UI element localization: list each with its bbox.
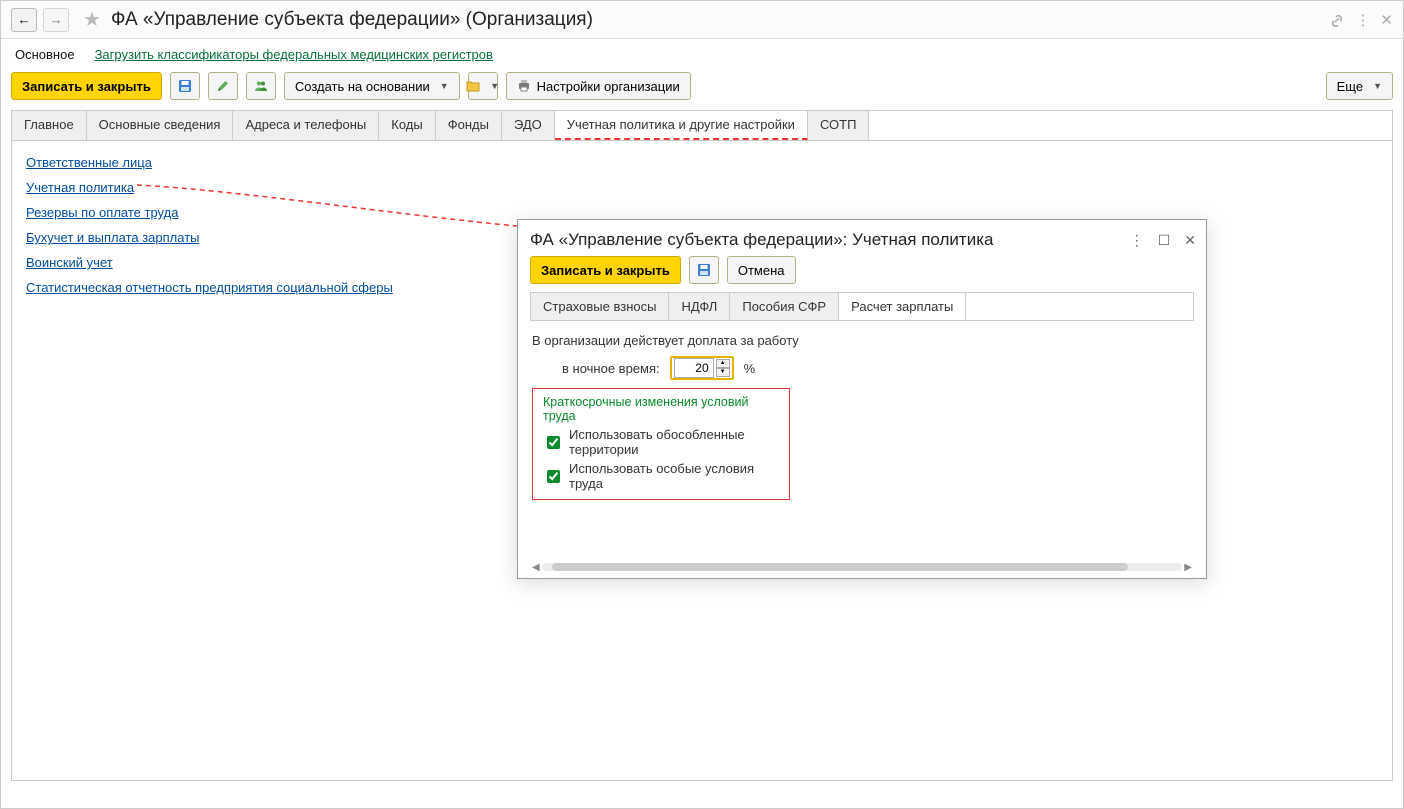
popup-toolbar: Записать и закрыть Отмена	[518, 256, 1206, 292]
pencil-icon	[216, 79, 230, 93]
main-tabs: Главное Основные сведения Адреса и телеф…	[11, 110, 1393, 141]
night-time-input[interactable]	[674, 358, 714, 378]
scroll-track[interactable]	[542, 563, 1183, 571]
content-area: Ответственные лица Учетная политика Резе…	[11, 141, 1393, 781]
popup-tab-insurance[interactable]: Страховые взносы	[531, 293, 669, 320]
popup-tabs: Страховые взносы НДФЛ Пособия СФР Расчет…	[530, 292, 1194, 321]
short-term-changes-group: Краткосрочные изменения условий труда Ис…	[532, 388, 790, 500]
popup-tab-salary-calc[interactable]: Расчет зарплаты	[839, 293, 966, 320]
tab-basic-info[interactable]: Основные сведения	[87, 111, 234, 140]
spinner-down-button[interactable]: ▼	[716, 368, 730, 377]
popup-tab-ndfl[interactable]: НДФЛ	[669, 293, 730, 320]
save-button[interactable]	[170, 72, 200, 100]
popup-maximize-icon[interactable]: ☐	[1158, 232, 1171, 249]
more-button[interactable]: Еще ▼	[1326, 72, 1393, 100]
edit-button[interactable]	[208, 72, 238, 100]
popup-h-scrollbar[interactable]: ◀ ▶	[530, 562, 1194, 572]
people-button[interactable]	[246, 72, 276, 100]
popup-close-icon[interactable]: ✕	[1184, 232, 1196, 249]
night-time-field-wrap: ▲ ▼	[670, 356, 734, 380]
more-label: Еще	[1337, 79, 1363, 94]
tab-edo[interactable]: ЭДО	[502, 111, 555, 140]
arrow-left-icon: ←	[17, 12, 30, 27]
intro-text: В организации действует доплата за работ…	[532, 333, 1192, 348]
save-icon	[178, 79, 192, 93]
subnav-link-load-classifiers[interactable]: Загрузить классификаторы федеральных мед…	[95, 47, 493, 62]
header-bar: ← → ★ ФА «Управление субъекта федерации»…	[1, 1, 1403, 39]
popup-accounting-policy: ФА «Управление субъекта федерации»: Учет…	[517, 219, 1207, 579]
caret-down-icon: ▼	[440, 81, 449, 91]
subnav-tab-main[interactable]: Основное	[15, 47, 75, 62]
spinner-up-button[interactable]: ▲	[716, 359, 730, 368]
close-icon[interactable]: ✕	[1380, 11, 1393, 29]
folder-button[interactable]: ▼	[468, 72, 498, 100]
printer-icon	[517, 79, 531, 93]
org-settings-button[interactable]: Настройки организации	[506, 72, 691, 100]
popup-title: ФА «Управление субъекта федерации»: Учет…	[530, 230, 993, 250]
popup-controls: ⋮ ☐ ✕	[1130, 232, 1196, 249]
popup-header: ФА «Управление субъекта федерации»: Учет…	[518, 220, 1206, 256]
check-territories-label: Использовать обособленные территории	[569, 427, 779, 457]
popup-save-close-button[interactable]: Записать и закрыть	[530, 256, 681, 284]
popup-cancel-button[interactable]: Отмена	[727, 256, 796, 284]
tab-codes[interactable]: Коды	[379, 111, 435, 140]
link-accounting-policy[interactable]: Учетная политика	[26, 180, 1378, 195]
subnav: Основное Загрузить классификаторы федера…	[1, 39, 1403, 72]
percent-label: %	[744, 361, 756, 376]
page-title: ФА «Управление субъекта федерации» (Орга…	[111, 9, 593, 31]
create-based-on-label: Создать на основании	[295, 79, 430, 94]
popup-body: В организации действует доплата за работ…	[518, 321, 1206, 512]
create-based-on-button[interactable]: Создать на основании ▼	[284, 72, 460, 100]
link-reserves[interactable]: Резервы по оплате труда	[26, 205, 1378, 220]
popup-tab-benefits[interactable]: Пособия СФР	[730, 293, 839, 320]
toolbar: Записать и закрыть Создать на основании …	[1, 72, 1403, 110]
night-time-label: в ночное время:	[562, 361, 660, 376]
spinner: ▲ ▼	[716, 359, 730, 377]
people-icon	[254, 79, 268, 93]
group-title: Краткосрочные изменения условий труда	[543, 395, 779, 423]
popup-save-button[interactable]	[689, 256, 719, 284]
save-close-button[interactable]: Записать и закрыть	[11, 72, 162, 100]
caret-down-icon: ▼	[490, 81, 499, 91]
nav-forward-button[interactable]: →	[43, 8, 69, 32]
tab-accounting-policy[interactable]: Учетная политика и другие настройки	[555, 111, 808, 140]
header-right-controls: ⋮ ✕	[1329, 11, 1393, 29]
tab-main[interactable]: Главное	[12, 111, 87, 140]
link-icon[interactable]	[1329, 12, 1345, 28]
kebab-icon[interactable]: ⋮	[1355, 11, 1370, 29]
scroll-right-icon[interactable]: ▶	[1182, 562, 1194, 573]
tab-sotp[interactable]: СОТП	[808, 111, 870, 140]
folder-icon	[466, 79, 480, 93]
org-settings-label: Настройки организации	[537, 79, 680, 94]
check-territories[interactable]	[547, 436, 560, 449]
tab-addresses[interactable]: Адреса и телефоны	[233, 111, 379, 140]
check-territories-row[interactable]: Использовать обособленные территории	[543, 427, 779, 457]
check-special-conditions-row[interactable]: Использовать особые условия труда	[543, 461, 779, 491]
link-responsible[interactable]: Ответственные лица	[26, 155, 1378, 170]
star-icon[interactable]: ★	[83, 7, 101, 32]
scroll-thumb[interactable]	[552, 563, 1129, 571]
nav-back-button[interactable]: ←	[11, 8, 37, 32]
save-icon	[697, 263, 711, 277]
app-window: ← → ★ ФА «Управление субъекта федерации»…	[0, 0, 1404, 809]
popup-kebab-icon[interactable]: ⋮	[1130, 232, 1144, 249]
caret-down-icon: ▼	[1373, 81, 1382, 91]
scroll-left-icon[interactable]: ◀	[530, 562, 542, 573]
check-special-conditions-label: Использовать особые условия труда	[569, 461, 779, 491]
tab-funds[interactable]: Фонды	[436, 111, 502, 140]
check-special-conditions[interactable]	[547, 470, 560, 483]
arrow-right-icon: →	[49, 12, 62, 27]
